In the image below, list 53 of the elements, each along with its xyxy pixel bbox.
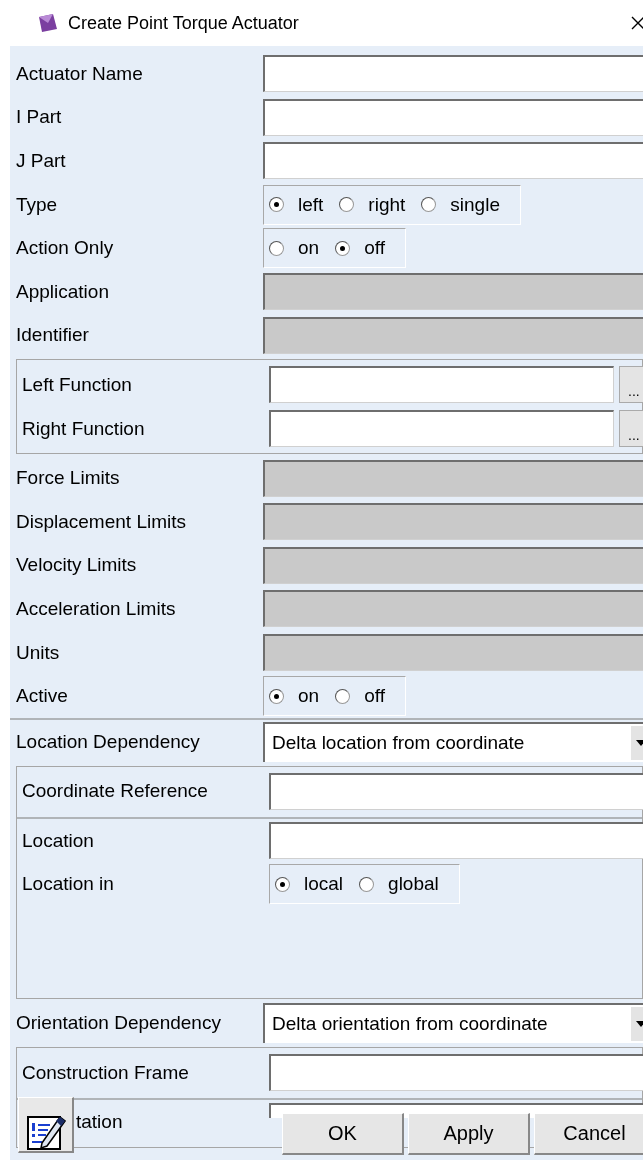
field-label: tation [76, 1111, 123, 1134]
field-label: Action Only [16, 237, 115, 260]
radio-button[interactable] [269, 240, 284, 256]
field-label: Displacement Limits [16, 510, 187, 533]
dialog-button[interactable]: Apply [408, 1113, 530, 1155]
radio-button[interactable] [359, 877, 375, 892]
app-icon [36, 13, 58, 33]
window-title: Create Point Torque Actuator [68, 12, 299, 34]
field-label: Orientation Dependency [16, 1012, 222, 1035]
radio-button[interactable] [275, 877, 290, 892]
field-label: Type [16, 193, 59, 216]
radio-button[interactable] [339, 197, 355, 213]
radio-button[interactable] [269, 197, 284, 213]
field-label: Coordinate Reference [22, 780, 209, 803]
radio-button[interactable] [335, 240, 351, 256]
radio-button[interactable] [269, 688, 284, 704]
radio-label: off [364, 237, 385, 260]
radio-label: right [368, 193, 406, 216]
field-label: Actuator Name [16, 62, 144, 85]
radio-button[interactable] [421, 197, 437, 213]
radio-button[interactable] [335, 688, 351, 704]
function-field[interactable] [269, 366, 614, 404]
close-icon[interactable] [631, 16, 643, 30]
radio-label: local [304, 873, 344, 896]
dialog-button[interactable]: Cancel [534, 1113, 643, 1155]
function-field[interactable] [269, 410, 614, 448]
dialog-button[interactable]: OK [282, 1113, 404, 1155]
field-label: Units [16, 641, 61, 664]
field-label: Acceleration Limits [16, 597, 177, 620]
field-label: Active [16, 685, 69, 708]
field-label: I Part [16, 106, 63, 129]
field-label: Application [16, 280, 110, 303]
radio-label: left [298, 193, 324, 216]
field-label: Location Dependency [16, 730, 201, 753]
field-label: J Part [16, 150, 67, 172]
browse-button[interactable]: ... [619, 410, 643, 448]
radio-label: single [450, 193, 500, 216]
dropdown[interactable]: Delta location from coordinate [263, 721, 643, 762]
field-label: Left Function [22, 373, 133, 396]
radio-label: on [298, 237, 320, 260]
notes-button[interactable] [18, 1097, 74, 1153]
radio-label: global [388, 873, 439, 896]
field-label: Force Limits [16, 467, 121, 490]
field-label: Construction Frame [22, 1061, 190, 1084]
field-label: Identifier [16, 324, 90, 347]
browse-button[interactable]: ... [619, 366, 643, 404]
radio-label: off [364, 685, 385, 708]
radio-label: on [298, 685, 320, 708]
dropdown[interactable]: Delta orientation from coordinate [263, 1003, 643, 1044]
field-label: Location in [22, 873, 115, 896]
field-label: Right Function [22, 417, 146, 440]
field-label: Location [22, 829, 95, 852]
field-label: Velocity Limits [16, 554, 138, 577]
